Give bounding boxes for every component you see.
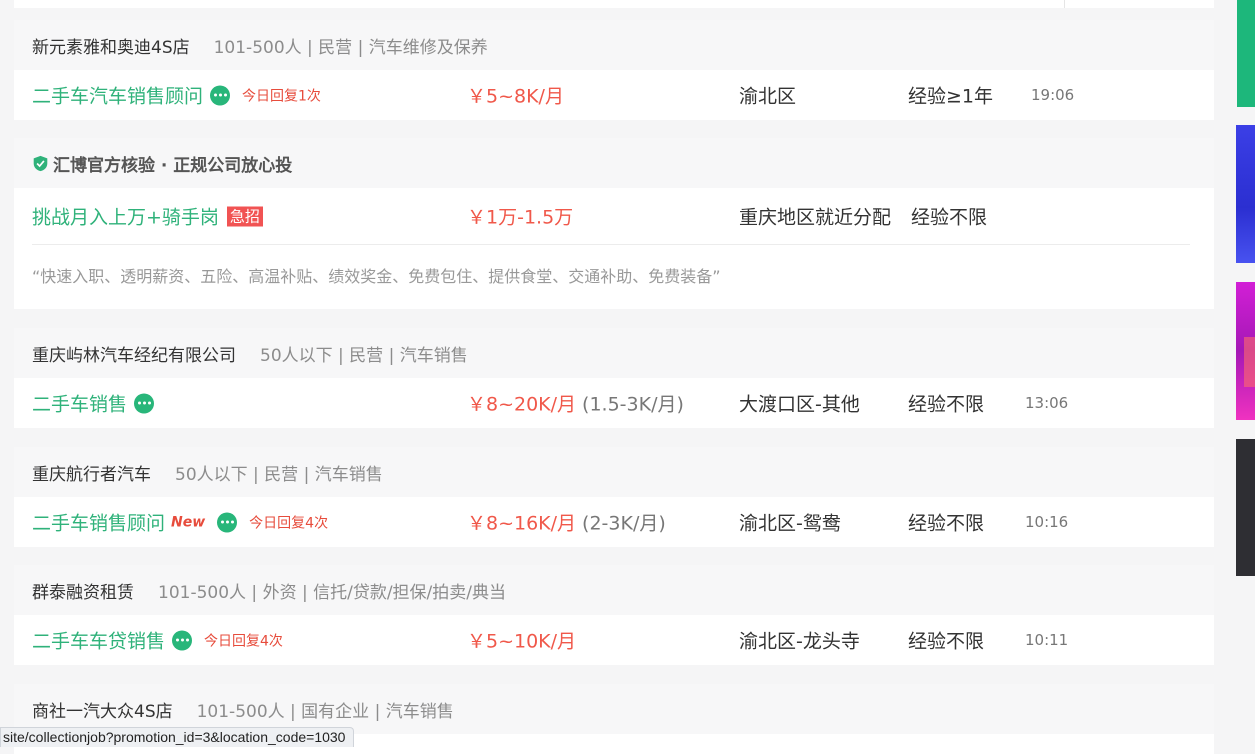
company-header: 重庆航行者汽车 50人以下 | 民营 | 汽车销售 (14, 447, 1214, 497)
job-row[interactable]: 二手车销售 ￥8~20K/月 (1.5-3K/月) 大渡口区-其他 经验不限 13… (14, 378, 1214, 428)
job-title[interactable]: 挑战月入上万+骑手岗 (32, 203, 219, 230)
location: 大渡口区-其他 (739, 393, 860, 416)
job-benefits: “快速入职、透明薪资、五险、高温补贴、绩效奖金、免费包住、提供食堂、交通补助、免… (32, 244, 1190, 305)
verified-text: 汇博官方核验 · 正规公司放心投 (53, 155, 293, 176)
urgent-badge: 急招 (226, 206, 263, 226)
job-row[interactable]: 二手车销售顾问 New 今日回复4次 ￥8~16K/月 (2-3K/月) 渝北区-… (14, 497, 1214, 547)
job-row[interactable]: 二手车车贷销售 今日回复4次 ￥5~10K/月 渝北区-龙头寺 经验不限 10:… (14, 615, 1214, 665)
post-time: 19:06 (1031, 86, 1075, 104)
previous-card-bottom (14, 0, 1214, 8)
chat-icon[interactable] (217, 512, 238, 532)
job-row[interactable]: 挑战月入上万+骑手岗 急招 ￥1万-1.5万 重庆地区就近分配 经验不限 (14, 188, 1214, 244)
side-ad-banner[interactable] (1236, 439, 1255, 576)
job-card[interactable]: 重庆航行者汽车 50人以下 | 民营 | 汽车销售 二手车销售顾问 New 今日… (14, 447, 1214, 547)
salary-group: ￥8~20K/月 (1.5-3K/月) (467, 390, 684, 417)
salary-group: ￥8~16K/月 (2-3K/月) (467, 509, 666, 536)
reply-count: 今日回复4次 (249, 515, 329, 531)
side-float-button[interactable] (1237, 0, 1255, 107)
shield-check-icon (33, 155, 48, 171)
chat-icon[interactable] (172, 630, 193, 650)
job-card[interactable]: 群泰融资租赁 101-500人 | 外资 | 信托/贷款/担保/拍卖/典当 二手… (14, 565, 1214, 665)
company-name[interactable]: 新元素雅和奥迪4S店 (32, 33, 190, 58)
salary: ￥5~10K/月 (467, 630, 577, 653)
location: 渝北区-龙头寺 (739, 630, 860, 653)
status-bar-url: site/collectionjob?promotion_id=3&locati… (0, 727, 355, 747)
reply-count: 今日回复1次 (242, 88, 321, 104)
chat-icon[interactable] (210, 85, 231, 105)
company-meta: 101-500人 | 民营 | 汽车维修及保养 (213, 37, 488, 58)
job-title[interactable]: 二手车汽车销售顾问 (32, 82, 203, 109)
job-card[interactable]: 重庆屿林汽车经纪有限公司 50人以下 | 民营 | 汽车销售 二手车销售 ￥8~… (14, 328, 1214, 428)
post-time: 10:11 (1025, 631, 1069, 649)
company-name[interactable]: 重庆航行者汽车 (32, 460, 151, 485)
salary: ￥5~8K/月 (467, 85, 564, 108)
salary-alt: (2-3K/月) (582, 512, 666, 535)
job-card[interactable]: 新元素雅和奥迪4S店 101-500人 | 民营 | 汽车维修及保养 二手车汽车… (14, 20, 1214, 120)
location: 渝北区-鸳鸯 (739, 512, 841, 535)
salary: ￥8~16K/月 (467, 512, 577, 535)
post-time: 13:06 (1025, 394, 1069, 412)
company-header: 群泰融资租赁 101-500人 | 外资 | 信托/贷款/担保/拍卖/典当 (14, 565, 1214, 615)
post-time: 10:16 (1025, 513, 1069, 531)
company-name[interactable]: 重庆屿林汽车经纪有限公司 (32, 341, 236, 366)
salary-alt: (1.5-3K/月) (582, 393, 684, 416)
reply-count: 今日回复4次 (204, 633, 283, 649)
experience: 经验≥1年 (908, 85, 994, 108)
location: 重庆地区就近分配 (739, 206, 892, 229)
side-ad-banner[interactable] (1236, 125, 1255, 263)
company-meta: 50人以下 | 民营 | 汽车销售 (175, 464, 383, 485)
company-name[interactable]: 群泰融资租赁 (32, 578, 134, 603)
job-title[interactable]: 二手车销售顾问 (32, 509, 165, 536)
promo-job-card[interactable]: 汇博官方核验 · 正规公司放心投 挑战月入上万+骑手岗 急招 ￥1万-1.5万 … (14, 138, 1214, 309)
company-header: 新元素雅和奥迪4S店 101-500人 | 民营 | 汽车维修及保养 (14, 20, 1214, 70)
salary: ￥8~20K/月 (467, 393, 577, 416)
company-meta: 50人以下 | 民营 | 汽车销售 (260, 345, 468, 366)
job-title[interactable]: 二手车销售 (32, 390, 127, 417)
verified-header: 汇博官方核验 · 正规公司放心投 (14, 138, 1214, 188)
company-name[interactable]: 商社一汽大众4S店 (32, 697, 173, 722)
experience: 经验不限 (908, 393, 985, 416)
salary: ￥1万-1.5万 (467, 206, 574, 229)
chat-icon[interactable] (134, 393, 155, 413)
experience: 经验不限 (908, 512, 985, 535)
job-row[interactable]: 二手车汽车销售顾问 今日回复1次 ￥5~8K/月 渝北区 经验≥1年 19:06 (14, 70, 1214, 120)
side-ad-banner[interactable] (1236, 282, 1255, 420)
company-meta: 101-500人 | 国有企业 | 汽车销售 (196, 701, 454, 722)
new-badge: New (171, 514, 206, 530)
company-meta: 101-500人 | 外资 | 信托/贷款/担保/拍卖/典当 (158, 582, 507, 603)
company-header: 重庆屿林汽车经纪有限公司 50人以下 | 民营 | 汽车销售 (14, 328, 1214, 378)
job-title[interactable]: 二手车车贷销售 (32, 627, 165, 654)
experience: 经验不限 (911, 206, 988, 229)
experience: 经验不限 (908, 630, 985, 653)
location: 渝北区 (739, 85, 797, 108)
